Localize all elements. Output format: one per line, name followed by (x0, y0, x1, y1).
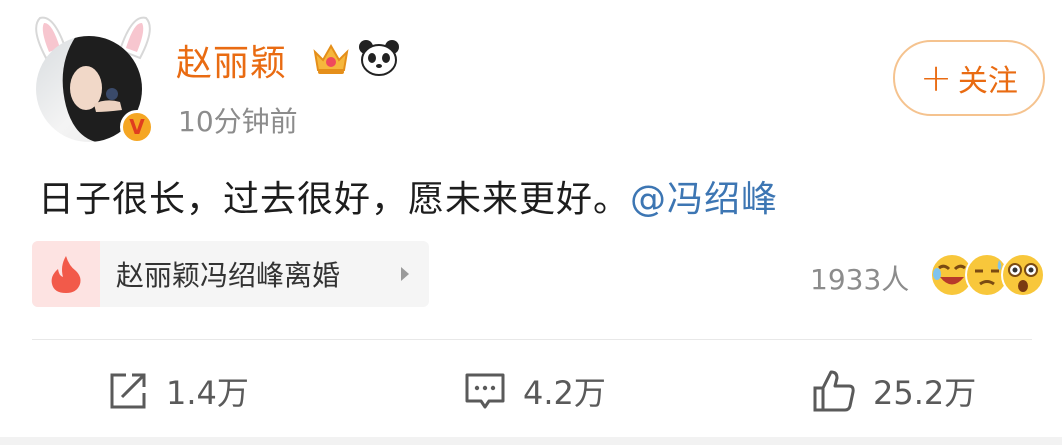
divider (32, 339, 1032, 340)
bottom-separator (0, 437, 1062, 445)
comment-count: 4.2万 (523, 374, 606, 412)
post-time: 10分钟前 (178, 105, 298, 138)
topic-label: 赵丽颖冯绍峰离婚 (116, 259, 341, 292)
follow-button[interactable]: + 关注 (893, 40, 1045, 116)
follow-label: 关注 (957, 64, 1018, 99)
avatar[interactable]: V (28, 14, 158, 144)
reaction-count: 1933人 (810, 263, 910, 296)
share-icon (110, 373, 146, 409)
repost-count: 1.4万 (166, 374, 249, 412)
hot-topic-chip[interactable]: 赵丽颖冯绍峰离婚 (32, 241, 429, 307)
comment-button[interactable]: 4.2万 (463, 365, 606, 417)
fire-icon (32, 241, 100, 307)
chevron-right-icon (401, 267, 409, 281)
shocked-emoji-icon[interactable] (1000, 252, 1046, 298)
author-name[interactable]: 赵丽颖 (176, 34, 287, 86)
crown-icon (313, 43, 349, 74)
like-button[interactable]: 25.2万 (811, 365, 976, 417)
repost-button[interactable]: 1.4万 (106, 365, 249, 417)
like-icon (813, 370, 855, 412)
panda-icon (359, 40, 399, 76)
mention-link[interactable]: @冯绍峰 (630, 179, 778, 220)
plus-icon: + (920, 56, 952, 100)
weibo-post-card: V 赵丽颖 10分钟前 + 关注 日子很长，过去很好，愿未来更好。@冯绍峰 赵丽… (0, 0, 1062, 445)
post-text: 日子很长，过去很好，愿未来更好。@冯绍峰 (38, 170, 778, 222)
verified-badge-icon: V (120, 110, 154, 144)
post-text-main: 日子很长，过去很好，愿未来更好。 (38, 179, 631, 220)
like-count: 25.2万 (873, 374, 977, 412)
comment-icon (465, 373, 505, 409)
